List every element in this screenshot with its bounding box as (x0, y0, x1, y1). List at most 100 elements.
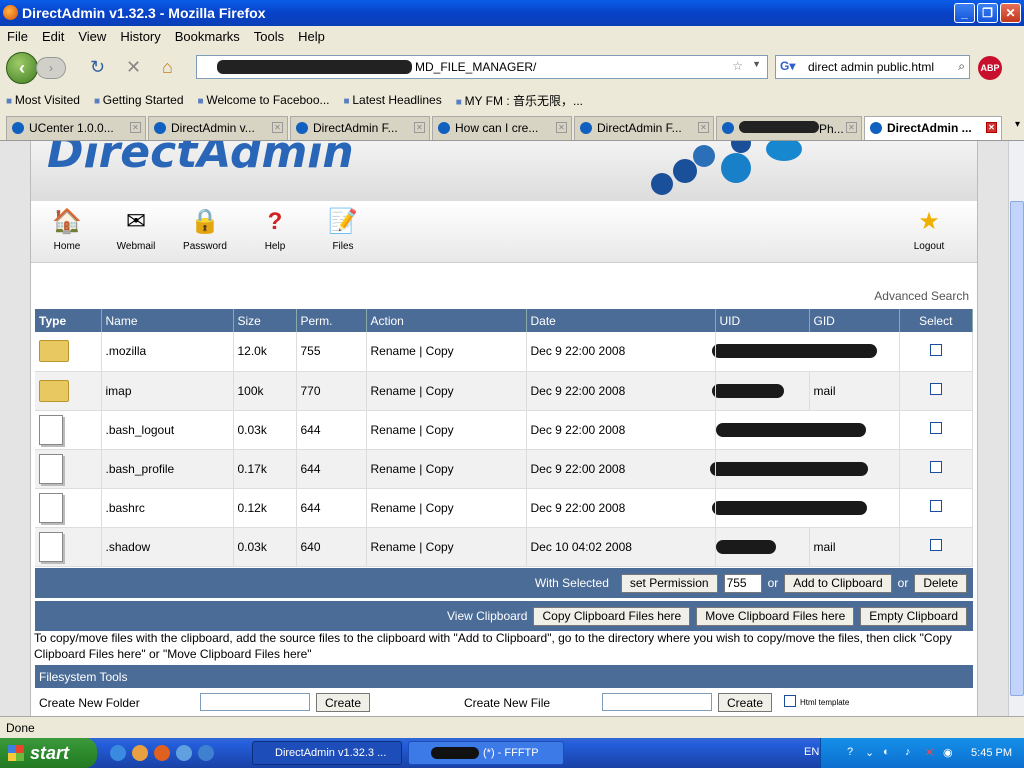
volume-icon[interactable]: ♪ (905, 746, 911, 758)
bookmark-my-fm[interactable]: MY FM : 音乐无限，... (456, 92, 583, 109)
page-scrollbar[interactable] (1008, 141, 1024, 716)
tab-close-icon[interactable]: ✕ (846, 122, 857, 133)
reload-icon[interactable]: ↻ (90, 57, 105, 78)
advanced-search-link[interactable]: Advanced Search (874, 289, 969, 303)
maximize-button[interactable]: ❐ (977, 3, 998, 23)
scrollbar-thumb[interactable] (1010, 201, 1024, 696)
html-template-checkbox[interactable] (784, 695, 796, 707)
firefox-quicklaunch-icon[interactable] (154, 745, 170, 761)
tab-directadmin-1[interactable]: DirectAdmin v... ✕ (148, 116, 288, 140)
quicklaunch-icon[interactable] (198, 745, 214, 761)
tab-close-icon[interactable]: ✕ (272, 122, 283, 133)
menu-history[interactable]: History (113, 29, 167, 44)
logout-tool[interactable]: ★ Logout (895, 205, 963, 261)
create-folder-button[interactable]: Create (316, 693, 371, 712)
select-checkbox[interactable] (929, 343, 942, 356)
copy-link[interactable]: Copy (426, 540, 454, 554)
home-icon[interactable]: ⌂ (162, 57, 173, 78)
file-icon[interactable] (39, 453, 63, 484)
add-to-clipboard-button[interactable]: Add to Clipboard (784, 573, 892, 593)
help-tray-icon[interactable]: ? (847, 746, 853, 758)
select-checkbox[interactable] (929, 461, 942, 473)
bookmark-facebook[interactable]: Welcome to Faceboo... (198, 93, 329, 107)
file-perm[interactable]: 770 (296, 371, 367, 411)
select-checkbox[interactable] (929, 383, 942, 395)
rename-link[interactable]: Rename (371, 344, 416, 358)
select-checkbox[interactable] (929, 422, 942, 434)
select-checkbox[interactable] (929, 539, 942, 551)
copy-link[interactable]: Copy (426, 344, 454, 358)
menu-view[interactable]: View (71, 29, 113, 44)
tray-icon[interactable]: ◉ (943, 746, 953, 759)
folder-icon[interactable] (39, 379, 69, 402)
menu-tools[interactable]: Tools (247, 29, 291, 44)
file-perm[interactable]: 644 (296, 410, 367, 450)
ie-icon[interactable] (110, 745, 126, 761)
language-indicator[interactable]: EN (804, 746, 819, 758)
start-button[interactable]: start (0, 738, 97, 768)
stop-icon[interactable]: ✕ (126, 57, 141, 78)
tab-directadmin-active[interactable]: DirectAdmin ... ✕ (864, 116, 1002, 140)
permission-input[interactable] (723, 573, 762, 593)
tab-how-can-i[interactable]: How can I cre... ✕ (432, 116, 572, 140)
url-bar[interactable]: MD_FILE_MANAGER/ ☆ ▼ (196, 55, 768, 79)
files-tool[interactable]: 📝 Files (309, 205, 377, 261)
quicklaunch-icon[interactable] (132, 745, 148, 761)
adblock-icon[interactable]: ABP (978, 56, 1002, 80)
empty-clipboard-button[interactable]: Empty Clipboard (860, 606, 967, 626)
file-name[interactable]: .bash_logout (101, 410, 234, 450)
tab-list-icon[interactable]: ▾ (1015, 119, 1020, 130)
file-name[interactable]: imap (101, 371, 234, 411)
copy-clipboard-button[interactable]: Copy Clipboard Files here (533, 606, 691, 626)
new-file-input[interactable] (602, 693, 712, 711)
header-perm[interactable]: Perm. (296, 309, 367, 332)
file-name[interactable]: .mozilla (101, 332, 234, 372)
bookmark-getting-started[interactable]: Getting Started (94, 93, 184, 107)
bookmark-star-icon[interactable]: ☆ (732, 59, 743, 73)
search-magnifier-icon[interactable]: ⌕ (958, 59, 965, 74)
url-dropdown-icon[interactable]: ▼ (752, 59, 761, 69)
file-icon[interactable] (39, 531, 63, 562)
menu-bookmarks[interactable]: Bookmarks (168, 29, 247, 44)
view-clipboard-label[interactable]: View Clipboard (447, 609, 528, 623)
delete-button[interactable]: Delete (914, 573, 967, 593)
forward-button[interactable]: › (36, 57, 66, 79)
menu-file[interactable]: File (0, 29, 35, 44)
tab-close-icon[interactable]: ✕ (986, 122, 997, 133)
back-button[interactable]: ‹ (6, 52, 38, 84)
tab-close-icon[interactable]: ✕ (556, 122, 567, 133)
folder-icon[interactable] (39, 340, 69, 363)
create-file-button[interactable]: Create (718, 693, 773, 712)
rename-link[interactable]: Rename (371, 423, 416, 437)
bookmark-latest-headlines[interactable]: Latest Headlines (344, 93, 441, 107)
close-window-button[interactable]: ✕ (1000, 3, 1021, 23)
password-tool[interactable]: 🔒 Password (171, 205, 239, 261)
file-icon[interactable] (39, 492, 63, 523)
header-name[interactable]: Name (101, 309, 234, 332)
file-perm[interactable]: 640 (296, 527, 367, 567)
file-name[interactable]: .shadow (101, 527, 234, 567)
header-size[interactable]: Size (233, 309, 297, 332)
select-checkbox[interactable] (929, 500, 942, 512)
google-icon[interactable]: G▾ (780, 59, 795, 73)
antivirus-icon[interactable]: ✕ (925, 746, 934, 759)
copy-link[interactable]: Copy (426, 501, 454, 515)
webmail-tool[interactable]: ✉ Webmail (102, 205, 170, 261)
tab-directadmin-2[interactable]: DirectAdmin F... ✕ (290, 116, 430, 140)
new-folder-input[interactable] (200, 693, 310, 711)
copy-link[interactable]: Copy (426, 462, 454, 476)
tab-close-icon[interactable]: ✕ (130, 122, 141, 133)
rename-link[interactable]: Rename (371, 540, 416, 554)
menu-edit[interactable]: Edit (35, 29, 71, 44)
media-icon[interactable] (176, 745, 192, 761)
tray-icon[interactable]: ⌄ (865, 746, 874, 759)
home-tool[interactable]: 🏠 Home (33, 205, 101, 261)
network-icon[interactable]: ◐ (883, 746, 890, 758)
tab-ucenter[interactable]: UCenter 1.0.0... ✕ (6, 116, 146, 140)
menu-help[interactable]: Help (291, 29, 332, 44)
file-perm[interactable]: 644 (296, 449, 367, 489)
header-uid[interactable]: UID (715, 309, 810, 332)
file-icon[interactable] (39, 414, 63, 445)
copy-link[interactable]: Copy (426, 423, 454, 437)
bookmark-most-visited[interactable]: Most Visited (6, 93, 80, 107)
